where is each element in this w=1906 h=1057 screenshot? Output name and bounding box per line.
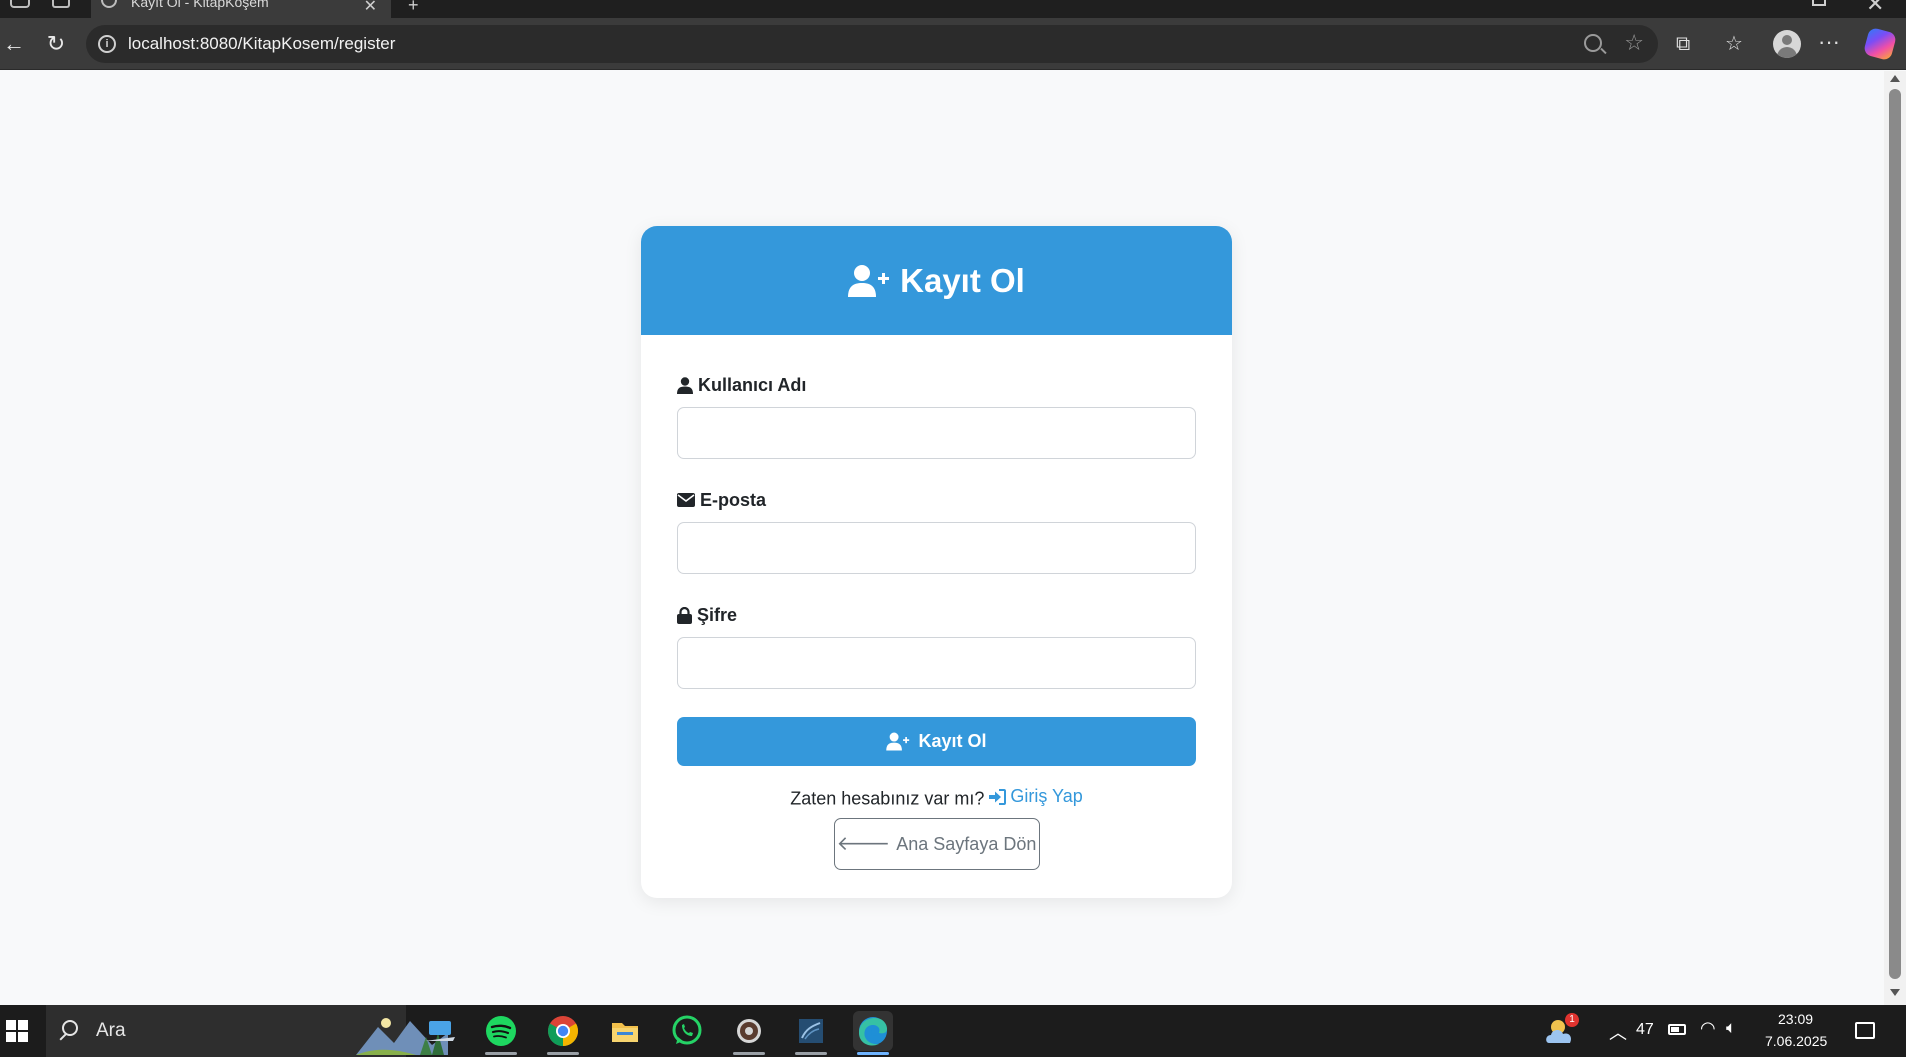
- home-button-wrap: 🡐 Ana Sayfaya Dön: [677, 818, 1196, 870]
- scroll-up-arrow-icon[interactable]: [1890, 75, 1900, 82]
- user-icon: [677, 376, 693, 394]
- running-indicator: [733, 1052, 765, 1055]
- site-info-icon[interactable]: i: [98, 35, 116, 53]
- clock-date[interactable]: 7.06.2025: [1765, 1033, 1827, 1049]
- battery-fill: [1671, 1027, 1679, 1032]
- running-indicator: [857, 1052, 889, 1055]
- gear-icon: [737, 1019, 761, 1043]
- register-submit-label: Kayıt Ol: [918, 731, 987, 751]
- login-link[interactable]: Giriş Yap: [989, 786, 1083, 807]
- browser-tab-active[interactable]: Kayıt Ol - KitapKöşem ✕: [91, 0, 391, 18]
- register-submit-button[interactable]: Kayıt Ol: [677, 717, 1196, 766]
- scroll-thumb[interactable]: [1889, 89, 1901, 979]
- back-to-home-label: Ana Sayfaya Dön: [896, 833, 1037, 854]
- spotify-icon: [486, 1016, 516, 1046]
- sign-in-icon: [989, 788, 1007, 805]
- url-text[interactable]: localhost:8080/KitapKosem/register: [128, 34, 395, 54]
- window-close-icon[interactable]: ✕: [1866, 0, 1884, 17]
- window-restore-icon[interactable]: [1812, 0, 1826, 6]
- taskbar-search-placeholder: Ara: [96, 1020, 126, 1041]
- taskbar-app-settings-tool[interactable]: [729, 1011, 769, 1055]
- search-icon: [62, 1020, 78, 1036]
- page-title: Kayıt Ol: [900, 261, 1025, 299]
- back-arrow-icon[interactable]: ←: [0, 30, 28, 58]
- running-indicator: [795, 1052, 827, 1055]
- scroll-down-arrow-icon[interactable]: [1890, 989, 1900, 996]
- taskbar-app-edge[interactable]: [853, 1011, 893, 1055]
- whatsapp-icon: [672, 1015, 702, 1045]
- favorite-star-icon[interactable]: ☆: [1624, 30, 1644, 56]
- taskbar-app-desktop[interactable]: [419, 1011, 459, 1051]
- favorites-icon[interactable]: ☆: [1725, 30, 1743, 58]
- notification-center-icon[interactable]: [1855, 1022, 1875, 1039]
- weather-badge: 1: [1565, 1013, 1579, 1027]
- refresh-icon[interactable]: ↻: [42, 30, 70, 58]
- workspaces-icon[interactable]: [10, 0, 30, 8]
- new-tab-icon[interactable]: +: [408, 0, 419, 16]
- arrow-left-icon: 🡐: [836, 833, 891, 855]
- envelope-icon: [677, 493, 695, 507]
- speaker-icon[interactable]: 🔈︎: [1726, 1018, 1736, 1038]
- lock-icon: [677, 606, 692, 624]
- browser-toolbar: ← ↻ i localhost:8080/KitapKosem/register…: [0, 18, 1906, 70]
- taskbar-app-file-explorer[interactable]: [605, 1011, 645, 1051]
- more-options-icon[interactable]: ···: [1818, 28, 1840, 56]
- username-label: Kullanıcı Adı: [677, 373, 1196, 397]
- login-prompt-line: Zaten hesabınız var mı? Giriş Yap: [677, 786, 1196, 810]
- user-plus-icon: [848, 264, 890, 297]
- running-indicator: [485, 1052, 517, 1055]
- windows-taskbar: Ara 1 ︿ 47 ◠ 🔈︎ 23:09 7.06.2025: [0, 1005, 1906, 1057]
- password-label: Şifre: [677, 603, 1196, 627]
- address-bar[interactable]: i localhost:8080/KitapKosem/register ☆: [86, 25, 1658, 63]
- tab-title: Kayıt Ol - KitapKöşem: [131, 0, 269, 10]
- globe-icon: [101, 0, 117, 8]
- email-label: E-posta: [677, 488, 1196, 512]
- password-label-text: Şifre: [697, 604, 738, 625]
- username-input[interactable]: [677, 407, 1196, 459]
- database-app-icon: [799, 1019, 823, 1043]
- wifi-icon[interactable]: ◠: [1700, 1018, 1716, 1039]
- user-plus-icon: [886, 732, 910, 751]
- taskbar-search-box[interactable]: Ara: [46, 1005, 448, 1057]
- profile-avatar-icon[interactable]: [1773, 30, 1801, 58]
- edge-icon: [859, 1017, 887, 1046]
- chrome-icon: [548, 1016, 579, 1047]
- back-to-home-button[interactable]: 🡐 Ana Sayfaya Dön: [833, 818, 1040, 870]
- email-input[interactable]: [677, 522, 1196, 574]
- login-prompt-text: Zaten hesabınız var mı?: [790, 788, 985, 809]
- battery-icon[interactable]: [1668, 1024, 1686, 1035]
- taskbar-app-database-tool[interactable]: [791, 1011, 831, 1055]
- register-form: Kullanıcı Adı E-posta Şifre Kayıt Ol Zat…: [641, 335, 1232, 870]
- page-scrollbar[interactable]: [1884, 71, 1906, 1005]
- laptop-app-icon: [425, 1021, 455, 1041]
- extensions-icon[interactable]: ⧉: [1676, 30, 1690, 58]
- folder-icon: [612, 1023, 638, 1042]
- login-link-text: Giriş Yap: [1010, 786, 1083, 806]
- battery-percentage: 47: [1636, 1021, 1654, 1038]
- browser-tab-strip: Kayıt Ol - KitapKöşem ✕ + ✕: [0, 0, 1906, 18]
- close-tab-icon[interactable]: ✕: [364, 0, 377, 16]
- clock-time[interactable]: 23:09: [1778, 1011, 1813, 1027]
- password-input[interactable]: [677, 637, 1196, 689]
- copilot-icon[interactable]: [1862, 26, 1898, 62]
- windows-start-icon[interactable]: [6, 1020, 28, 1042]
- taskbar-app-chrome[interactable]: [543, 1011, 583, 1055]
- taskbar-app-spotify[interactable]: [481, 1011, 521, 1055]
- register-card-header: Kayıt Ol: [641, 226, 1232, 335]
- running-indicator: [547, 1052, 579, 1055]
- zoom-icon[interactable]: [1584, 34, 1602, 52]
- username-label-text: Kullanıcı Adı: [698, 374, 807, 395]
- register-card: Kayıt Ol Kullanıcı Adı E-posta Şifre Kay…: [641, 226, 1232, 898]
- show-hidden-icons-chevron-icon[interactable]: ︿: [1609, 1019, 1627, 1045]
- taskbar-app-whatsapp[interactable]: [667, 1011, 707, 1051]
- email-label-text: E-posta: [700, 489, 767, 510]
- weather-widget[interactable]: 1: [1545, 1013, 1579, 1047]
- tab-actions-icon[interactable]: [52, 0, 70, 8]
